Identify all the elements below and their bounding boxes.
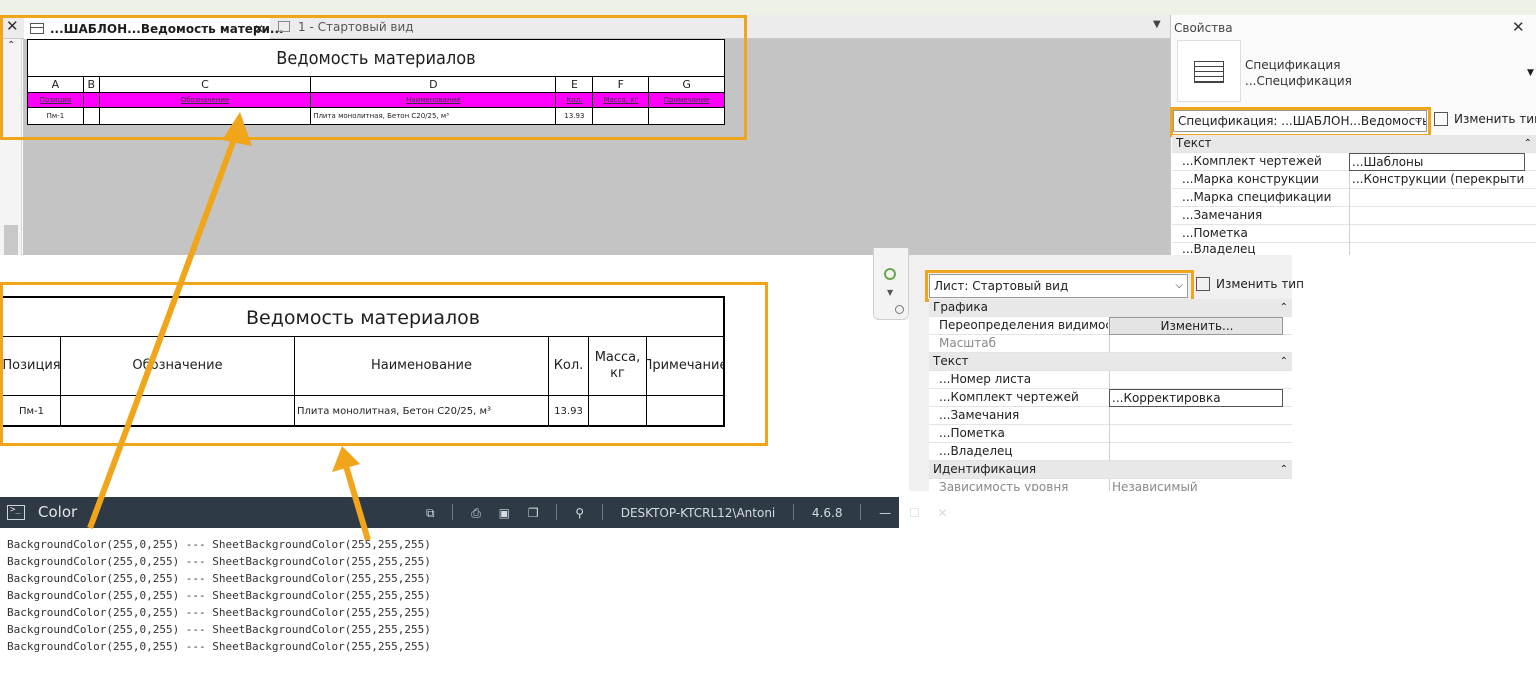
edit-visibility-button[interactable]: Изменить... bbox=[1109, 317, 1283, 335]
property-row[interactable]: ...Марка спецификации bbox=[1172, 189, 1536, 207]
property-row[interactable]: Переопределения видимост...Изменить... bbox=[929, 317, 1292, 335]
collapse-icon: ⌃ bbox=[1523, 138, 1532, 149]
property-row[interactable]: ...Владелец bbox=[929, 443, 1292, 461]
highlight-box-small-schedule bbox=[0, 15, 747, 140]
close-icon[interactable]: ✕ bbox=[938, 506, 948, 520]
property-row[interactable]: ...Номер листа bbox=[929, 371, 1292, 389]
console-line: BackgroundColor(255,0,255) --- SheetBack… bbox=[7, 623, 431, 636]
type-family: Спецификация bbox=[1245, 58, 1341, 72]
highlight-box-zoomed-schedule bbox=[0, 282, 768, 446]
properties-close-icon[interactable]: ✕ bbox=[1512, 18, 1525, 36]
console-line: BackgroundColor(255,0,255) --- SheetBack… bbox=[7, 538, 431, 551]
section-text[interactable]: Текст ⌃ bbox=[1172, 135, 1536, 153]
console-title-bar: Color ⧉ ⎙ ▣ ❐ ⚲ DESKTOP-KTCRL12\Antoni 4… bbox=[0, 497, 948, 528]
save-icon[interactable]: ▣ bbox=[499, 506, 510, 520]
property-row[interactable]: ...Пометка bbox=[929, 425, 1292, 443]
maximize-icon[interactable]: ☐ bbox=[909, 506, 920, 520]
pin-icon[interactable]: ⚲ bbox=[575, 506, 584, 520]
type-dropdown-icon[interactable]: ▼ bbox=[1527, 68, 1534, 78]
highlight-box-selector-top bbox=[1170, 107, 1431, 137]
arrowhead bbox=[332, 446, 360, 472]
schedule-type-icon bbox=[1177, 40, 1241, 102]
console-line: BackgroundColor(255,0,255) --- SheetBack… bbox=[7, 640, 431, 653]
section-graphics[interactable]: Графика ⌃ bbox=[929, 299, 1292, 317]
print-icon[interactable]: ⎙ bbox=[471, 506, 481, 520]
properties-grid-bottom: Графика⌃ Переопределения видимост...Изме… bbox=[929, 299, 1292, 491]
copy-icon[interactable]: ❐ bbox=[528, 506, 539, 520]
property-row[interactable]: ...Комплект чертежей ...Шаблоны bbox=[1172, 153, 1536, 171]
top-strip bbox=[0, 0, 1536, 15]
edit-type-icon bbox=[1434, 112, 1448, 126]
property-row[interactable]: Зависимость уровня Независимый bbox=[929, 479, 1292, 491]
chevron-down-icon[interactable]: ▼ bbox=[887, 288, 893, 297]
popout-icon[interactable]: ⧉ bbox=[426, 506, 435, 520]
edit-type-button[interactable]: Изменить тип bbox=[1434, 112, 1536, 126]
console-line: BackgroundColor(255,0,255) --- SheetBack… bbox=[7, 589, 431, 602]
edit-type-button[interactable]: Изменить тип bbox=[1196, 277, 1304, 291]
scroll-thumb[interactable] bbox=[4, 225, 18, 255]
property-row[interactable]: ...Комплект чертежей ...Корректировка bbox=[929, 389, 1292, 407]
console-output: BackgroundColor(255,0,255) --- SheetBack… bbox=[7, 536, 431, 655]
terminal-icon bbox=[7, 505, 25, 520]
properties-title: Свойства bbox=[1174, 21, 1233, 35]
tab-list-chevron-icon[interactable]: ▼ bbox=[1153, 19, 1161, 30]
zoom-icon[interactable] bbox=[884, 268, 896, 280]
collapse-icon: ⌃ bbox=[1279, 356, 1288, 367]
edit-type-icon bbox=[1196, 277, 1210, 291]
section-identity[interactable]: Идентификация ⌃ bbox=[929, 461, 1292, 479]
property-row[interactable]: ...Замечания bbox=[1172, 207, 1536, 225]
console-line: BackgroundColor(255,0,255) --- SheetBack… bbox=[7, 606, 431, 619]
minimize-icon[interactable]: — bbox=[879, 506, 891, 520]
machine-name: DESKTOP-KTCRL12\Antoni bbox=[620, 506, 776, 520]
section-text[interactable]: Текст ⌃ bbox=[929, 353, 1292, 371]
options-icon[interactable] bbox=[895, 305, 904, 314]
version-label: 4.6.8 bbox=[811, 506, 843, 520]
property-row[interactable]: ...Замечания bbox=[929, 407, 1292, 425]
property-row[interactable]: ...Владелец bbox=[1172, 243, 1536, 255]
type-name: ...Спецификация bbox=[1245, 74, 1352, 88]
collapse-icon: ⌃ bbox=[1279, 464, 1288, 475]
properties-grid-top: Текст ⌃ ...Комплект чертежей ...Шаблоны .… bbox=[1172, 135, 1536, 255]
property-row[interactable]: ...Марка конструкции ...Конструкции (пере… bbox=[1172, 171, 1536, 189]
property-row[interactable]: Масштаб bbox=[929, 335, 1292, 353]
console-line: BackgroundColor(255,0,255) --- SheetBack… bbox=[7, 572, 431, 585]
property-row[interactable]: ...Пометка bbox=[1172, 225, 1536, 243]
console-title: Color bbox=[38, 503, 78, 521]
highlight-box-selector-bottom bbox=[925, 270, 1194, 302]
console-toolbar: ⧉ ⎙ ▣ ❐ ⚲ DESKTOP-KTCRL12\Antoni 4.6.8 —… bbox=[426, 504, 962, 521]
navigation-bar: ▼ bbox=[873, 248, 909, 320]
console-line: BackgroundColor(255,0,255) --- SheetBack… bbox=[7, 555, 431, 568]
collapse-icon: ⌃ bbox=[1279, 302, 1288, 313]
